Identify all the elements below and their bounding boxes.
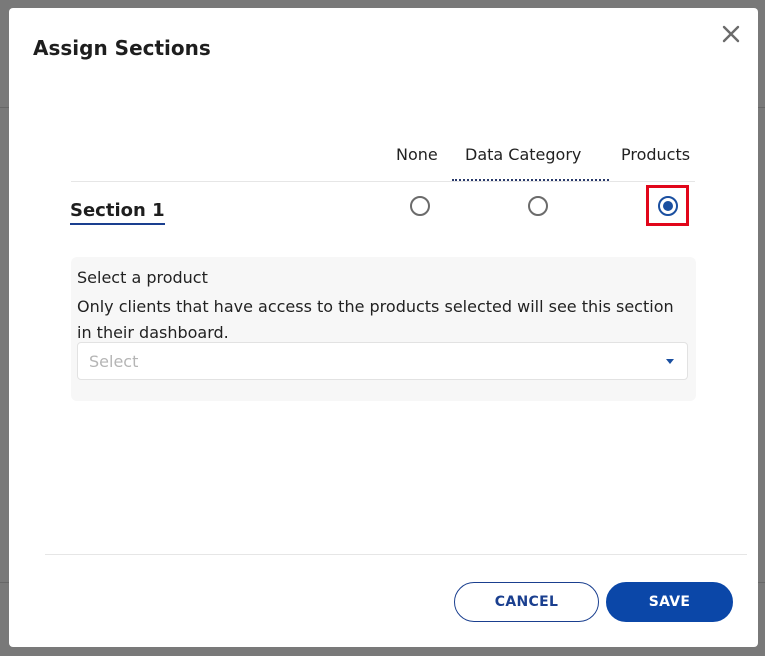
- radio-none[interactable]: [410, 196, 430, 216]
- close-icon[interactable]: [719, 22, 743, 46]
- caret-down-icon: [666, 359, 674, 364]
- panel-title: Select a product: [77, 268, 208, 287]
- select-placeholder: Select: [89, 352, 139, 371]
- radio-data-category[interactable]: [528, 196, 548, 216]
- dialog-title: Assign Sections: [33, 36, 211, 60]
- column-header-none: None: [396, 145, 438, 164]
- column-header-data-category: Data Category: [465, 145, 582, 164]
- header-divider: [71, 181, 695, 182]
- save-button[interactable]: SAVE: [606, 582, 733, 622]
- highlight-box: [646, 185, 689, 226]
- panel-description: Only clients that have access to the pro…: [77, 297, 674, 342]
- cancel-button[interactable]: CANCEL: [454, 582, 599, 622]
- footer-divider: [45, 554, 747, 555]
- column-header-products: Products: [621, 145, 691, 164]
- data-category-tooltip-underline: [452, 179, 609, 181]
- assign-sections-dialog: Assign Sections None Data Category Produ…: [9, 8, 758, 647]
- product-selection-panel: Select a product Only clients that have …: [71, 257, 696, 401]
- product-select[interactable]: Select: [77, 342, 688, 380]
- section-label: Section 1: [70, 200, 165, 225]
